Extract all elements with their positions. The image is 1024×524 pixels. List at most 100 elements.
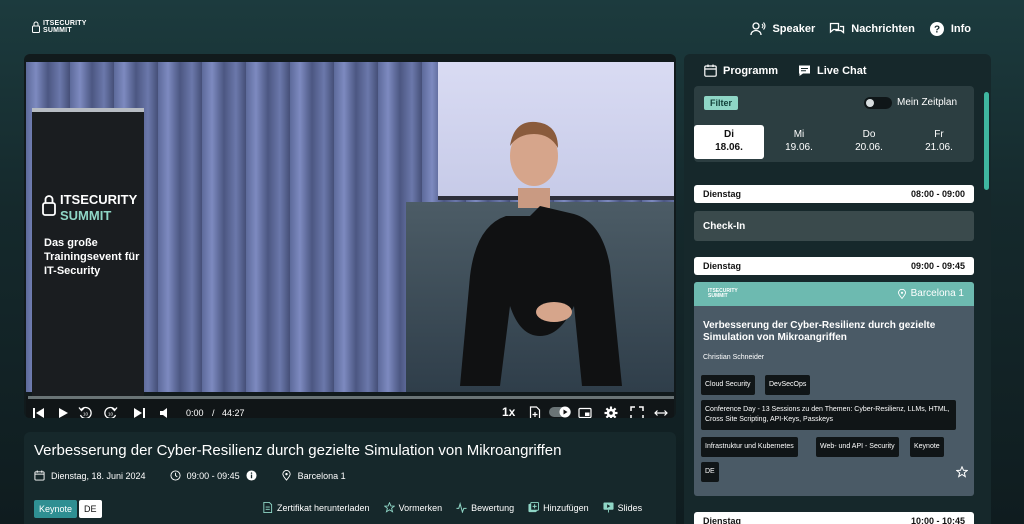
tab-live-chat[interactable]: Live Chat [798,64,867,77]
talk-actions: Zertifikat herunterladen Vormerken Bewer… [262,502,642,513]
brand-line1: ITSECURITY [43,20,87,27]
my-schedule-toggle[interactable] [864,97,892,109]
video-frame[interactable]: ITSECURITY SUMMIT Das große Trainingseve… [26,62,674,418]
volume-icon[interactable] [158,406,172,418]
nav-info[interactable]: ? Info [929,21,971,37]
skip-forward-icon[interactable] [132,406,146,418]
clock-icon [170,470,181,481]
picture-in-picture-icon[interactable] [578,406,592,418]
bookmark-button[interactable]: Vormerken [383,502,443,513]
autoplay-toggle-icon[interactable] [548,405,572,418]
checkin-session[interactable]: Check-In [694,211,974,241]
calendar-icon [34,470,45,481]
tab-program[interactable]: Programm [704,64,778,77]
control-row: 10 10 0:00 / 44:27 1x [26,404,674,418]
speaker-icon [750,22,766,36]
slot-day: Dienstag [703,516,742,524]
day-name: Mi [793,129,805,140]
download-certificate-button[interactable]: Zertifikat herunterladen [262,502,370,513]
slides-button[interactable]: Slides [603,502,643,513]
tag-chip[interactable]: Conference Day - 13 Sessions zu den Them… [701,400,956,430]
tag-chip[interactable]: Web- und API - Security [816,437,899,457]
add-bookmark-icon[interactable] [528,406,542,418]
slot-day: Dienstag [703,189,742,199]
session-card[interactable]: ITSECURITY SUMMIT Barcelona 1 Verbesseru… [694,282,974,496]
tag-chip[interactable]: DE [701,462,719,482]
tag-language[interactable]: DE [79,500,102,518]
slot-time: 08:00 - 09:00 [910,189,965,199]
session-logo-line2: SUMMIT [708,293,728,299]
skip-back-icon[interactable] [32,406,46,418]
talk-time: 09:00 - 09:45 [186,470,240,481]
slot-time: 10:00 - 10:45 [910,516,965,524]
fullscreen-icon[interactable] [630,406,644,418]
session-room-label: Barcelona 1 [910,288,964,299]
chat-icon [799,65,811,76]
sidebar-scrollbar[interactable] [984,92,989,190]
day-selector: Di 18.06. Mi 19.06. Do 20.06. Fr 21.06. [694,125,974,159]
brand-line2: SUMMIT [43,27,72,34]
add-calendar-icon [528,502,540,513]
time-slot-header: Dienstag 09:00 - 09:45 [694,257,974,275]
day-tab-di[interactable]: Di 18.06. [694,125,764,159]
talk-info-panel: Verbesserung der Cyber-Resilienz durch g… [24,432,676,524]
banner-line2: SUMMIT [60,208,112,223]
filter-box: Filter Mein Zeitplan Di 18.06. Mi 19.06. D… [694,86,974,162]
location-pin-icon [897,288,906,299]
playback-speed[interactable]: 1x [502,405,515,418]
progress-bar[interactable] [28,396,674,399]
duration: 44:27 [222,408,245,418]
add-to-schedule-button[interactable]: Hinzufügen [528,502,589,513]
session-card-header: ITSECURITY SUMMIT Barcelona 1 [694,282,974,306]
tag-keynote[interactable]: Keynote [34,500,78,518]
location-pin-icon [281,470,291,481]
day-tab-fr[interactable]: Fr 21.06. [904,125,974,159]
nav-info-label: Info [950,23,971,35]
rewind-10-icon[interactable]: 10 [78,406,92,418]
program-sidebar: Programm Live Chat Filter Mein Zeitplan … [684,54,991,524]
filter-button[interactable]: Filter [704,96,738,110]
play-icon[interactable] [56,406,70,418]
time-slot-header: Dienstag 08:00 - 09:00 [694,185,974,203]
certificate-icon [263,502,273,513]
nav-messages-label: Nachrichten [851,23,915,35]
info-icon[interactable] [246,470,257,481]
rating-button[interactable]: Bewertung [456,502,514,513]
banner-lock-icon [42,195,56,216]
day-tab-do[interactable]: Do 20.06. [834,125,904,159]
tag-chip[interactable]: Cloud Security [701,375,755,395]
day-name: Do [862,129,876,140]
forward-10-icon[interactable]: 10 [104,406,118,418]
download-certificate-label: Zertifikat herunterladen [277,502,370,513]
nav-speaker[interactable]: Speaker [750,21,815,37]
time-slot-header: Dienstag 10:00 - 10:45 [694,512,974,524]
tag-chip[interactable]: Infrastruktur und Kubernetes [701,437,798,457]
lock-icon [32,21,40,33]
day-date: 18.06. [715,142,743,153]
day-name: Fr [934,129,944,140]
tag-chip[interactable]: DevSecOps [765,375,811,395]
settings-gear-icon[interactable] [604,406,618,418]
tag-chip[interactable]: Keynote [910,437,944,457]
brand-logo[interactable]: ITSECURITY SUMMIT [32,20,92,36]
talk-room: Barcelona 1 [297,470,346,481]
pulse-icon [456,502,467,513]
svg-text:10: 10 [108,412,114,417]
talk-meta: Dienstag, 18. Juni 2024 09:00 - 09:45 Ba… [34,470,346,481]
svg-text:?: ? [934,25,940,36]
slides-label: Slides [617,502,643,513]
day-tab-mi[interactable]: Mi 19.06. [764,125,834,159]
my-schedule-label: Mein Zeitplan [897,97,958,108]
chat-bubbles-icon [830,22,845,34]
talk-title: Verbesserung der Cyber-Resilienz durch g… [34,442,562,459]
day-date: 19.06. [785,142,813,153]
bookmark-label: Vormerken [398,502,443,513]
session-title: Verbesserung der Cyber-Resilienz durch g… [703,320,936,343]
event-banner: ITSECURITY SUMMIT Das große Trainingseve… [32,108,144,398]
nav-messages[interactable]: Nachrichten [829,21,915,37]
presentation-icon [603,502,614,513]
session-room: Barcelona 1 [897,288,964,299]
expand-width-icon[interactable] [654,406,668,418]
favorite-star-icon[interactable] [956,466,968,478]
video-player[interactable]: ITSECURITY SUMMIT Das große Trainingseve… [24,54,676,418]
